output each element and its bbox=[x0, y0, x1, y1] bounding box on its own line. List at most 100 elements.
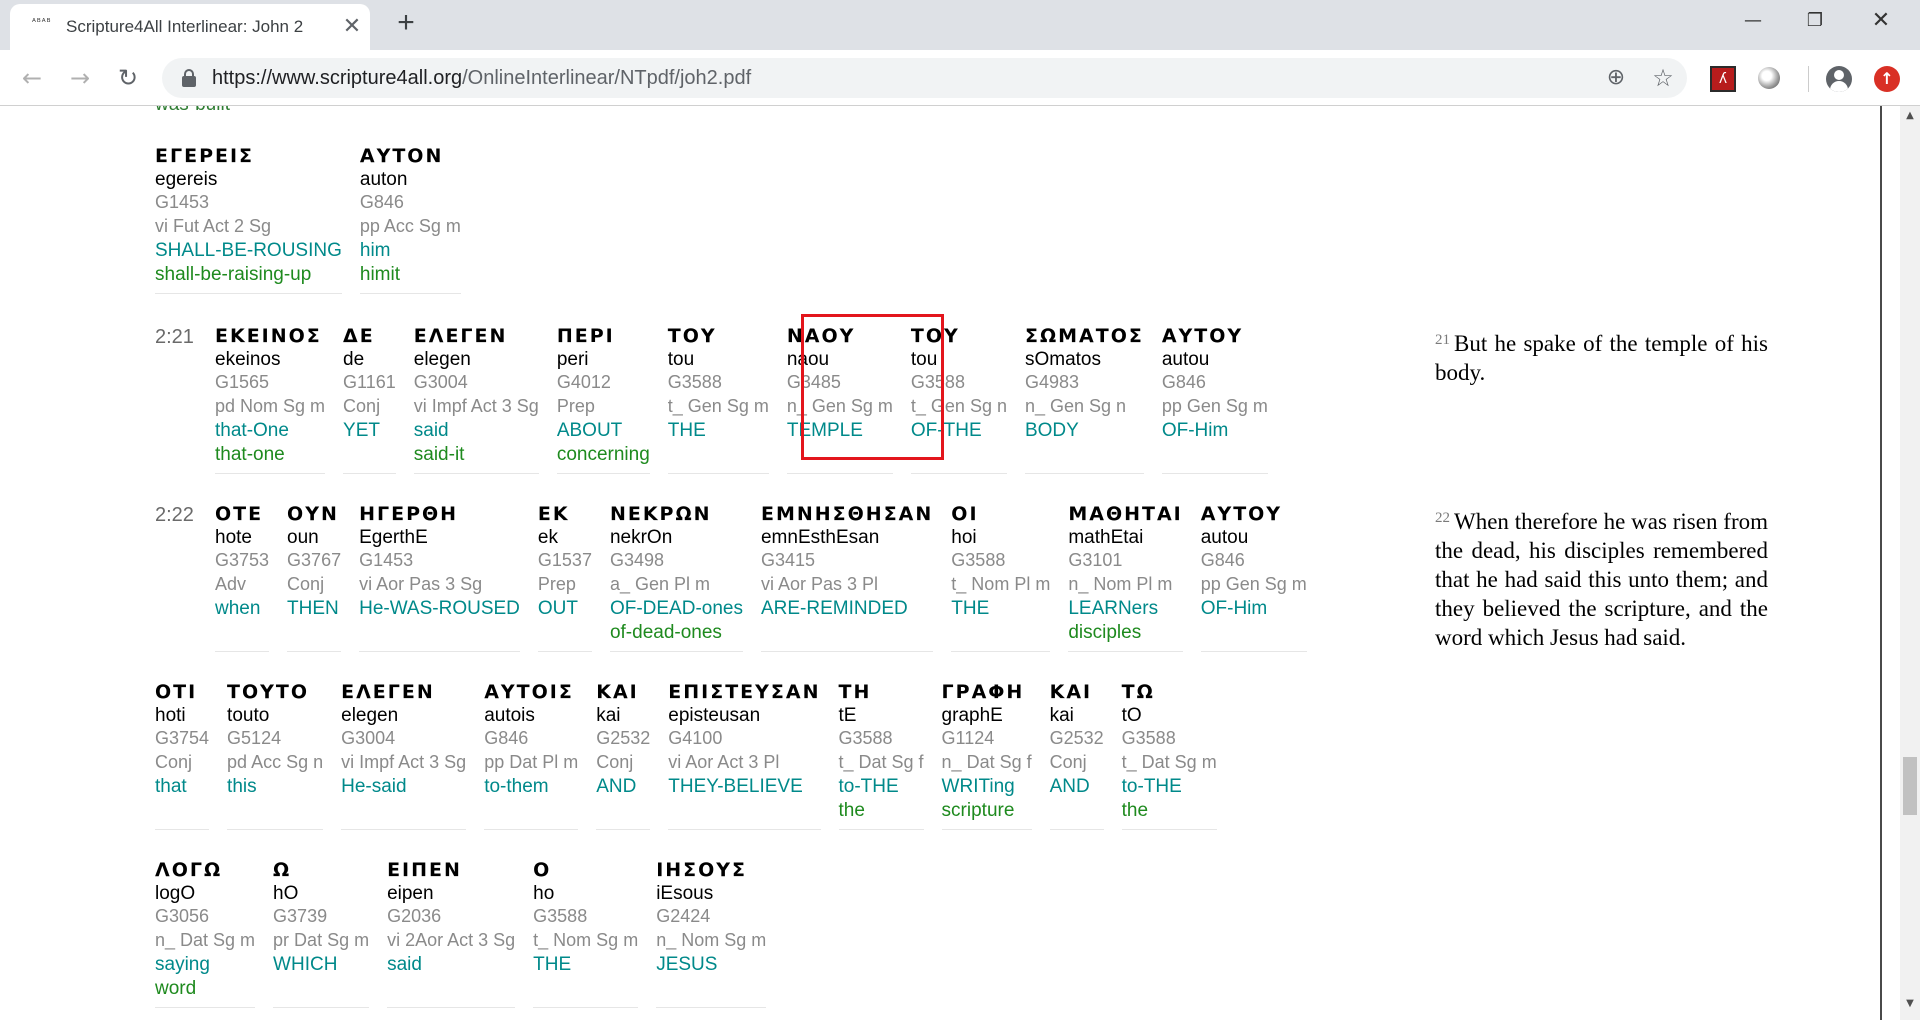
acrobat-icon[interactable]: ʎ bbox=[1710, 66, 1736, 92]
word-eng: that bbox=[155, 776, 187, 797]
word-translit: ho bbox=[533, 883, 555, 904]
word-greek: ΤΟΥΤΟ bbox=[227, 681, 310, 703]
word-eng: saying bbox=[155, 954, 210, 975]
interlinear-word: ΕΠΙΣΤΕΥΣΑΝ episteusan G4100 vi Aor Act 3 Pl… bbox=[668, 680, 821, 830]
word-grammar: t_ Dat Sg m bbox=[1121, 752, 1217, 772]
interlinear-word: ΤΩ tO G3588 t_ Dat Sg m to-THE the bbox=[1121, 680, 1217, 830]
word-eng2: of-dead-ones bbox=[609, 622, 722, 643]
pdf-page: was-built ΕΓΕΡΕΙΣegereisG1453vi Fut Act … bbox=[0, 106, 1880, 1020]
word-eng: BODY bbox=[1024, 420, 1079, 441]
word-eng: SHALL-BE-ROUSING bbox=[155, 240, 342, 261]
word-eng: said bbox=[413, 420, 449, 441]
word-eng2 bbox=[1025, 443, 1144, 466]
scroll-up-arrow-icon[interactable]: ▲ bbox=[1900, 110, 1920, 126]
scrollbar-thumb[interactable] bbox=[1903, 757, 1917, 815]
word-strong: G3754 bbox=[155, 728, 210, 748]
word-eng: this bbox=[227, 776, 257, 797]
word-eng2 bbox=[1201, 621, 1307, 644]
word-grammar: vi Impf Act 3 Sg bbox=[341, 752, 467, 772]
url-text[interactable]: https://www.scripture4all.org/OnlineInte… bbox=[212, 67, 751, 90]
word-eng2 bbox=[273, 977, 369, 1000]
word-translit: hote bbox=[215, 527, 252, 548]
word-grammar: vi 2Aor Act 3 Sg bbox=[387, 930, 516, 950]
word-eng2: himit bbox=[359, 264, 400, 285]
word-translit: EgerthE bbox=[359, 527, 428, 548]
word-eng: OF-Him bbox=[1200, 598, 1268, 619]
word-grammar: vi Aor Act 3 Pl bbox=[668, 752, 780, 772]
reload-icon[interactable]: ↻ bbox=[112, 62, 144, 94]
word-eng2 bbox=[155, 799, 209, 822]
word-strong: G1161 bbox=[343, 372, 396, 392]
word-eng2 bbox=[215, 621, 269, 644]
account-icon[interactable] bbox=[1826, 66, 1852, 92]
scroll-down-arrow-icon[interactable]: ▼ bbox=[1900, 998, 1920, 1014]
zoom-icon[interactable]: ⊕ bbox=[1602, 64, 1630, 92]
word-eng: THE bbox=[667, 420, 706, 441]
word-grammar: pp Gen Sg m bbox=[1161, 396, 1268, 416]
browser-toolbar: ← → ↻ https://www.scripture4all.org/Onli… bbox=[0, 50, 1920, 106]
word-translit: peri bbox=[556, 349, 589, 370]
word-grammar: vi Fut Act 2 Sg bbox=[155, 216, 272, 236]
word-grammar: a_ Gen Pl m bbox=[609, 574, 710, 594]
word-greek: ΛΟΓΩ bbox=[155, 859, 223, 881]
word-eng: to-THE bbox=[838, 776, 899, 797]
kjv-verse-21: 21 But he spake of the temple of his body… bbox=[1435, 326, 1768, 387]
word-eng: ARE-REMINDED bbox=[760, 598, 908, 619]
bookmark-star-icon[interactable]: ☆ bbox=[1649, 64, 1677, 92]
word-greek: ΤΟΥ bbox=[667, 325, 717, 347]
word-greek: ΕΙΠΕΝ bbox=[387, 859, 462, 881]
word-eng: OF-DEAD-ones bbox=[609, 598, 743, 619]
close-window-button[interactable]: ✕ bbox=[1852, 0, 1910, 42]
word-eng2 bbox=[359, 621, 520, 644]
interlinear-row: ΟΤΕ hote G3753 Adv when ΟΥΝ oun G3767 Conj THEN ΗΓ… bbox=[215, 502, 1325, 652]
word-strong: G846 bbox=[359, 192, 404, 212]
word-greek: ΗΓΕΡΘΗ bbox=[359, 503, 459, 525]
restore-window-button[interactable]: ❐ bbox=[1786, 0, 1844, 42]
word-greek: ΚΑΙ bbox=[596, 681, 639, 703]
word-strong: G2424 bbox=[656, 906, 711, 926]
word-eng2 bbox=[387, 977, 515, 1000]
word-eng2 bbox=[287, 621, 341, 644]
forward-arrow-icon[interactable]: → bbox=[64, 62, 96, 94]
interlinear-row: ΟΤΙ hoti G3754 Conj that ΤΟΥΤΟ touto G5124 pd Ac… bbox=[155, 680, 1235, 830]
word-translit: kai bbox=[596, 705, 621, 726]
interlinear-word: ΟΥΝ oun G3767 Conj THEN bbox=[287, 502, 342, 652]
word-grammar: t_ Gen Sg m bbox=[667, 396, 769, 416]
word-grammar: Prep bbox=[537, 574, 576, 594]
word-greek: ΕΠΙΣΤΕΥΣΑΝ bbox=[668, 681, 821, 703]
word-strong: G5124 bbox=[227, 728, 282, 748]
word-translit: ekeinos bbox=[215, 349, 281, 370]
word-greek: ΟΤΙ bbox=[155, 681, 198, 703]
browser-tab[interactable]: ᴬᴮᴬᴮ Scripture4All Interlinear: John 2 ✕ bbox=[10, 4, 370, 50]
word-strong: G3056 bbox=[155, 906, 210, 926]
word-grammar: vi Aor Pas 3 Pl bbox=[760, 574, 879, 594]
word-translit: iEsous bbox=[656, 883, 714, 904]
word-grammar: pd Acc Sg n bbox=[227, 752, 324, 772]
word-grammar: vi Impf Act 3 Sg bbox=[413, 396, 539, 416]
interlinear-word: ΤΗ tE G3588 t_ Dat Sg f to-THE the bbox=[838, 680, 924, 830]
word-eng2 bbox=[1162, 443, 1268, 466]
vertical-scrollbar[interactable]: ▲ ▼ bbox=[1900, 106, 1920, 1020]
new-tab-button[interactable]: + bbox=[390, 8, 422, 40]
word-strong: G3004 bbox=[413, 372, 468, 392]
back-arrow-icon[interactable]: ← bbox=[16, 62, 48, 94]
interlinear-word: ΕΛΕΓΕΝ elegen G3004 vi Impf Act 3 Sg said sai… bbox=[413, 324, 539, 474]
word-eng2: that-one bbox=[215, 444, 285, 465]
tab-close-icon[interactable]: ✕ bbox=[340, 14, 364, 38]
address-bar[interactable]: https://www.scripture4all.org/OnlineInte… bbox=[162, 58, 1687, 98]
extension-icon[interactable] bbox=[1758, 67, 1780, 89]
site-favicon-icon: ᴬᴮᴬᴮ bbox=[32, 18, 52, 28]
word-greek: ΤΗ bbox=[838, 681, 872, 703]
word-translit: oun bbox=[287, 527, 319, 548]
minimize-window-button[interactable]: — bbox=[1724, 0, 1782, 42]
word-strong: G3588 bbox=[667, 372, 722, 392]
interlinear-word: ΙΗΣΟΥΣ iEsous G2424 n_ Nom Sg m JESUS bbox=[656, 858, 767, 1008]
kjv-verse-number: 21 bbox=[1435, 332, 1450, 348]
update-icon[interactable]: ↑ bbox=[1874, 66, 1900, 92]
word-grammar: t_ Dat Sg f bbox=[838, 752, 924, 772]
word-strong: G3498 bbox=[609, 550, 664, 570]
lock-icon[interactable] bbox=[182, 69, 196, 87]
interlinear-word: ΓΡΑΦΗ graphE G1124 n_ Dat Sg f WRITing script… bbox=[941, 680, 1032, 830]
verse-number: 2:22 bbox=[155, 504, 194, 526]
page-edge bbox=[1880, 106, 1882, 1020]
